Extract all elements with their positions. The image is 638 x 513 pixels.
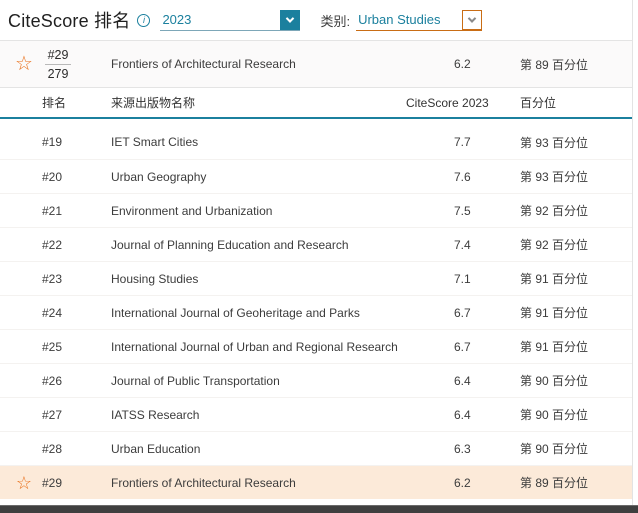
journal-title: Frontiers of Architectural Research (111, 57, 406, 71)
column-rank: 排名 (40, 94, 111, 111)
fraction-divider (45, 64, 71, 65)
row-percentile: 第 91 百分位 (520, 304, 632, 321)
row-percentile: 第 91 百分位 (520, 338, 632, 355)
table-row[interactable]: ☆ #24 International Journal of Geoherita… (0, 295, 632, 329)
row-journal-title: International Journal of Geoheritage and… (111, 306, 406, 320)
row-rank: #21 (40, 204, 111, 218)
row-percentile: 第 91 百分位 (520, 270, 632, 287)
table-row[interactable]: ☆ #29 Frontiers of Architectural Researc… (0, 465, 632, 499)
row-rank: #28 (40, 442, 111, 456)
table-row[interactable]: ☆ #28 Urban Education 6.3 第 90 百分位 (0, 431, 632, 465)
table-row[interactable]: ☆ #27 IATSS Research 6.4 第 90 百分位 (0, 397, 632, 431)
category-dropdown-button[interactable] (462, 10, 482, 30)
info-icon[interactable]: i (137, 14, 150, 27)
table-row[interactable]: ☆ #26 Journal of Public Transportation 6… (0, 363, 632, 397)
table-row[interactable]: ☆ #23 Housing Studies 7.1 第 91 百分位 (0, 261, 632, 295)
page-title: CiteScore 排名 (8, 7, 130, 33)
row-citescore: 7.1 (406, 272, 520, 286)
row-citescore: 6.7 (406, 340, 520, 354)
year-dropdown[interactable]: 2023 (160, 10, 300, 31)
row-citescore: 6.2 (406, 476, 520, 490)
row-rank: #20 (40, 170, 111, 184)
category-dropdown-value: Urban Studies (356, 12, 440, 30)
row-journal-title: Urban Geography (111, 170, 406, 184)
rank-value: #29 (48, 48, 69, 62)
row-citescore: 6.4 (406, 374, 520, 388)
pinned-journal-summary[interactable]: ☆ #29 279 Frontiers of Architectural Res… (0, 40, 632, 88)
category-label: 类别: (320, 11, 350, 30)
row-rank: #22 (40, 238, 111, 252)
row-journal-title: Environment and Urbanization (111, 204, 406, 218)
row-journal-title: Journal of Public Transportation (111, 374, 406, 388)
table-row[interactable]: ☆ #22 Journal of Planning Education and … (0, 227, 632, 261)
row-rank: #23 (40, 272, 111, 286)
row-journal-title: IET Smart Cities (111, 135, 406, 149)
row-rank: #19 (40, 135, 111, 149)
row-citescore: 7.6 (406, 170, 520, 184)
row-percentile: 第 92 百分位 (520, 202, 632, 219)
percentile-value: 第 89 百分位 (520, 56, 632, 73)
row-citescore: 6.4 (406, 408, 520, 422)
chevron-down-icon (286, 14, 294, 22)
row-percentile: 第 90 百分位 (520, 440, 632, 457)
rank-fraction: #29 279 (40, 48, 76, 81)
row-journal-title: Urban Education (111, 442, 406, 456)
column-citescore: CiteScore 2023 (406, 96, 520, 110)
favorite-star-icon[interactable]: ☆ (0, 54, 40, 74)
panel-header: CiteScore 排名 i 2023 类别: Urban Studies (0, 0, 632, 40)
table-row[interactable]: ☆ #20 Urban Geography 7.6 第 93 百分位 (0, 159, 632, 193)
table-row[interactable]: ☆ #21 Environment and Urbanization 7.5 第… (0, 193, 632, 227)
row-citescore: 7.7 (406, 135, 520, 149)
row-journal-title: Journal of Planning Education and Resear… (111, 238, 406, 252)
table-row[interactable]: ☆ #19 IET Smart Cities 7.7 第 93 百分位 (0, 125, 632, 159)
row-rank: #25 (40, 340, 111, 354)
table-row[interactable]: ☆ #25 International Journal of Urban and… (0, 329, 632, 363)
row-rank: #24 (40, 306, 111, 320)
row-percentile: 第 93 百分位 (520, 168, 632, 185)
row-rank: #26 (40, 374, 111, 388)
rank-total: 279 (48, 67, 69, 81)
row-rank: #29 (40, 476, 111, 490)
row-journal-title: Housing Studies (111, 272, 406, 286)
year-dropdown-button[interactable] (280, 10, 300, 30)
row-journal-title: Frontiers of Architectural Research (111, 476, 406, 490)
column-source: 来源出版物名称 (111, 94, 406, 111)
chevron-down-icon (468, 14, 476, 22)
citescore-value: 6.2 (406, 57, 520, 71)
row-journal-title: International Journal of Urban and Regio… (111, 340, 406, 354)
row-percentile: 第 90 百分位 (520, 372, 632, 389)
table-header: 排名 来源出版物名称 CiteScore 2023 百分位 (0, 88, 632, 119)
row-citescore: 6.3 (406, 442, 520, 456)
row-percentile: 第 93 百分位 (520, 134, 632, 151)
year-dropdown-value: 2023 (160, 12, 191, 30)
row-percentile: 第 90 百分位 (520, 406, 632, 423)
row-percentile: 第 89 百分位 (520, 474, 632, 491)
row-citescore: 7.4 (406, 238, 520, 252)
row-journal-title: IATSS Research (111, 408, 406, 422)
row-percentile: 第 92 百分位 (520, 236, 632, 253)
table-body: ☆ #19 IET Smart Cities 7.7 第 93 百分位 ☆ #2… (0, 119, 632, 499)
category-dropdown[interactable]: Urban Studies (356, 10, 482, 31)
favorite-star-icon[interactable]: ☆ (0, 474, 40, 492)
column-percentile: 百分位 (520, 94, 632, 111)
row-rank: #27 (40, 408, 111, 422)
bottom-bar (0, 505, 638, 513)
row-citescore: 7.5 (406, 204, 520, 218)
row-citescore: 6.7 (406, 306, 520, 320)
citescore-rank-panel: CiteScore 排名 i 2023 类别: Urban Studies ☆ … (0, 0, 633, 505)
